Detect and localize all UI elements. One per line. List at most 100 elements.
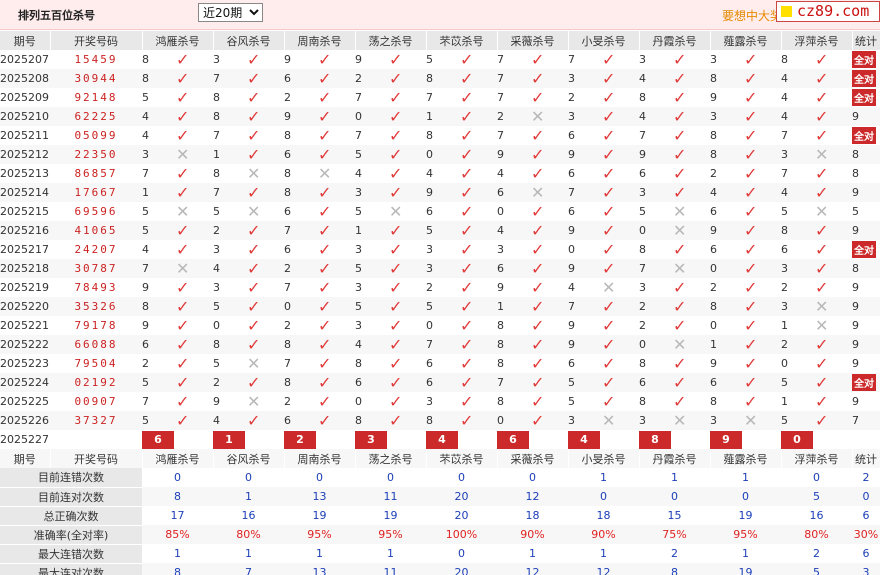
cross-mark-icon: ✕ bbox=[247, 202, 261, 221]
result-cell: ✓ bbox=[815, 373, 852, 392]
summary-section: 目前连错次数 0 0 0 0 0 0 1 1 1 0 2 目前连对次数 8 1 13 11 20 12 0 0 0 5 0 总正… bbox=[0, 468, 880, 575]
kill-number-cell: 8 bbox=[213, 335, 247, 354]
kill-number-cell: 9 bbox=[568, 316, 602, 335]
result-cell: ✓ bbox=[318, 373, 355, 392]
result-cell: ✓ bbox=[673, 50, 710, 69]
site-badge-link[interactable]: cz89.com bbox=[776, 1, 880, 22]
check-mark-icon: ✓ bbox=[602, 69, 616, 88]
column-header: 荡之杀号 bbox=[355, 449, 427, 468]
kill-number-cell: 3 bbox=[142, 145, 176, 164]
check-mark-icon: ✓ bbox=[460, 259, 474, 278]
result-cell: ✓ bbox=[460, 335, 497, 354]
kill-number-cell: 8 bbox=[639, 392, 673, 411]
kill-number-cell: 3 bbox=[781, 297, 815, 316]
check-mark-icon: ✓ bbox=[318, 107, 332, 126]
summary-header-row: 期号 开奖号码 鸿雁杀号 谷风杀号 周南杀号 荡之杀号 芣苡杀号 采薇杀号 小旻杀号 丹霞杀号 薤露… bbox=[0, 449, 880, 468]
check-mark-icon: ✓ bbox=[531, 221, 545, 240]
check-mark-icon: ✓ bbox=[176, 354, 190, 373]
summary-label: 目前连错次数 bbox=[0, 468, 142, 488]
kill-number-cell: 9 bbox=[710, 354, 744, 373]
check-mark-icon: ✓ bbox=[176, 240, 190, 259]
check-mark-icon: ✓ bbox=[247, 335, 261, 354]
result-cell: ✓ bbox=[460, 164, 497, 183]
kill-number-cell: 2 bbox=[781, 278, 815, 297]
check-mark-icon: ✓ bbox=[247, 107, 261, 126]
check-mark-icon: ✓ bbox=[389, 373, 403, 392]
kill-number-cell: 7 bbox=[284, 278, 318, 297]
check-mark-icon: ✓ bbox=[673, 354, 687, 373]
check-mark-icon: ✓ bbox=[815, 335, 829, 354]
stat-cell: 全对 bbox=[852, 50, 880, 69]
result-cell: ✓ bbox=[602, 202, 639, 221]
summary-value: 0 bbox=[426, 468, 497, 487]
column-header: 浮萍杀号 bbox=[781, 449, 853, 468]
summary-row: 最大连对次数 8 7 13 11 20 12 12 8 19 5 3 bbox=[0, 563, 880, 575]
cross-mark-icon: ✕ bbox=[247, 354, 261, 373]
check-mark-icon: ✓ bbox=[389, 240, 403, 259]
current-kill-cell: 6 bbox=[497, 430, 568, 449]
kill-number-cell: 4 bbox=[710, 183, 744, 202]
result-cell: ✓ bbox=[389, 50, 426, 69]
summary-value: 19 bbox=[284, 506, 355, 525]
kill-number-cell: 5 bbox=[142, 221, 176, 240]
check-mark-icon: ✓ bbox=[460, 107, 474, 126]
check-mark-icon: ✓ bbox=[602, 50, 616, 69]
check-mark-icon: ✓ bbox=[531, 145, 545, 164]
kill-number-cell: 7 bbox=[568, 50, 602, 69]
all-correct-badge: 全对 bbox=[852, 70, 876, 87]
result-cell: ✕ bbox=[318, 164, 355, 183]
kill-number-cell: 9 bbox=[213, 392, 247, 411]
result-cell: ✓ bbox=[176, 316, 213, 335]
check-mark-icon: ✓ bbox=[673, 373, 687, 392]
kill-number-cell: 6 bbox=[284, 202, 318, 221]
check-mark-icon: ✓ bbox=[318, 221, 332, 240]
period-cell: 2025226 bbox=[0, 411, 50, 430]
table-row: 2025208 30944 8 ✓ 7 ✓ 6 ✓ 2 ✓ 8 ✓ 7 ✓ 3 ✓ 4 ✓ 8 ✓ 4 ✓ 全对 bbox=[0, 69, 880, 88]
kill-number-cell: 7 bbox=[497, 373, 531, 392]
kill-number-cell: 2 bbox=[355, 69, 389, 88]
result-cell: ✓ bbox=[318, 411, 355, 430]
result-cell: ✓ bbox=[673, 126, 710, 145]
kill-number-cell: 8 bbox=[284, 373, 318, 392]
period-cell: 2025215 bbox=[0, 202, 50, 221]
result-cell: ✓ bbox=[602, 107, 639, 126]
result-cell: ✕ bbox=[531, 107, 568, 126]
result-cell: ✓ bbox=[389, 392, 426, 411]
summary-value: 20 bbox=[426, 506, 497, 525]
kill-number-cell: 6 bbox=[568, 202, 602, 221]
check-mark-icon: ✓ bbox=[318, 88, 332, 107]
cross-mark-icon: ✕ bbox=[176, 259, 190, 278]
current-kill-cell: 9 bbox=[710, 430, 781, 449]
kill-number-cell: 0 bbox=[497, 202, 531, 221]
result-cell: ✓ bbox=[247, 183, 284, 202]
result-cell: ✓ bbox=[815, 278, 852, 297]
check-mark-icon: ✓ bbox=[815, 278, 829, 297]
check-mark-icon: ✓ bbox=[247, 221, 261, 240]
draw-number-cell: 78493 bbox=[50, 278, 142, 297]
check-mark-icon: ✓ bbox=[389, 107, 403, 126]
table-row: 2025226 37327 5 ✓ 4 ✓ 6 ✓ 8 ✓ 8 ✓ 0 ✓ 3 ✕ 3 ✕ 3 ✕ 5 ✓ 7 bbox=[0, 411, 880, 430]
period-range-select[interactable]: 近20期 bbox=[198, 3, 263, 22]
kill-number-cell: 2 bbox=[284, 88, 318, 107]
stat-cell: 9 bbox=[852, 183, 880, 202]
check-mark-icon: ✓ bbox=[389, 221, 403, 240]
check-mark-icon: ✓ bbox=[247, 126, 261, 145]
check-mark-icon: ✓ bbox=[531, 373, 545, 392]
kill-number-cell: 2 bbox=[639, 297, 673, 316]
column-header: 周南杀号 bbox=[284, 449, 356, 468]
check-mark-icon: ✓ bbox=[602, 259, 616, 278]
kill-number-cell: 3 bbox=[710, 107, 744, 126]
draw-number-cell: 69596 bbox=[50, 202, 142, 221]
check-mark-icon: ✓ bbox=[247, 316, 261, 335]
summary-value: 15 bbox=[639, 506, 710, 525]
promo-text[interactable]: 要想中大奖 bbox=[722, 7, 782, 24]
result-cell: ✓ bbox=[673, 297, 710, 316]
summary-value: 1 bbox=[568, 468, 639, 487]
result-cell: ✓ bbox=[247, 373, 284, 392]
result-cell: ✕ bbox=[815, 145, 852, 164]
current-kill-cell: 1 bbox=[213, 430, 284, 449]
table-row: 2025209 92148 5 ✓ 8 ✓ 2 ✓ 7 ✓ 7 ✓ 7 ✓ 2 ✓ 8 ✓ 9 ✓ 4 ✓ 全对 bbox=[0, 88, 880, 107]
check-mark-icon: ✓ bbox=[318, 50, 332, 69]
kill-number-cell: 5 bbox=[355, 259, 389, 278]
check-mark-icon: ✓ bbox=[815, 88, 829, 107]
